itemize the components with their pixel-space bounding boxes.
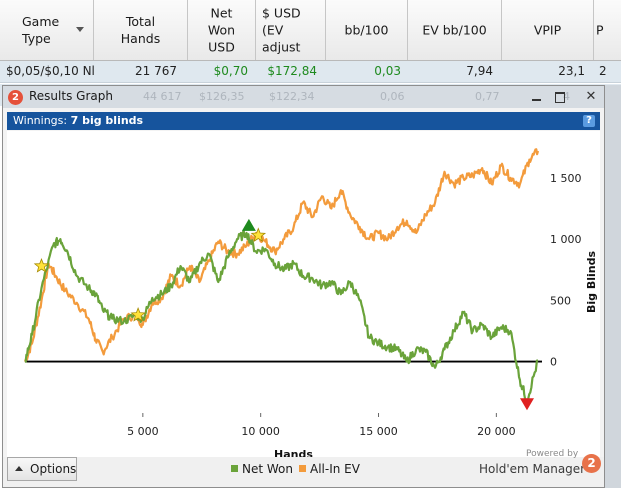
col-header-line: Net — [210, 5, 233, 21]
cell-bb100: 0,03 — [374, 64, 401, 78]
maximize-icon[interactable] — [550, 87, 570, 107]
cell-total-hands: 21 767 — [135, 64, 177, 78]
options-arrow-icon — [15, 466, 23, 471]
close-icon[interactable]: ✕ — [581, 87, 601, 107]
brand-logo-icon: 2 — [582, 454, 601, 473]
options-button[interactable]: Options — [7, 457, 77, 481]
results-graph-window[interactable]: 44 617 $126,35 $122,34 0,06 0,77 4 2 Res… — [2, 85, 605, 488]
net-won-swatch — [231, 465, 238, 472]
col-header-line: USD — [208, 39, 235, 55]
peak-marker-icon — [241, 218, 256, 231]
app-logo-icon: 2 — [8, 90, 23, 105]
y-tick-label: 0 — [550, 356, 557, 369]
col-header-line: Hands — [120, 31, 161, 46]
col-header-usd-ev-adjusted[interactable]: $ USD (EV adjust — [256, 0, 326, 60]
winnings-summary: Winnings: 7 big blinds — [13, 114, 143, 127]
ghost-cell: $126,35 — [199, 90, 245, 103]
cell-vpip: 23,1 — [558, 64, 585, 78]
col-header-line: Won — [207, 22, 236, 38]
cell-net-won: $0,70 — [213, 64, 248, 78]
ghost-cell: 44 617 — [143, 90, 182, 103]
col-header-line: EV bb/100 — [422, 22, 487, 38]
x-tick-label: 15 000 — [359, 425, 398, 438]
background-strip — [605, 85, 621, 488]
col-header-line: adjust — [262, 39, 301, 55]
sort-dropdown-icon[interactable] — [76, 27, 84, 32]
window-title: Results Graph — [29, 89, 113, 103]
winnings-value: 7 big blinds — [70, 114, 144, 127]
col-header-line: Type — [22, 31, 51, 46]
trough-marker-icon — [519, 398, 534, 411]
stats-table-row[interactable]: $0,05/$0,10 Nl 21 767 $0,70 $172,84 0,03… — [0, 61, 621, 83]
x-tick-label: 5 000 — [127, 425, 159, 438]
options-label: Options — [30, 462, 77, 476]
col-header-game-type[interactable]: Game Type — [0, 0, 94, 60]
legend-all-in-ev: All-In EV — [299, 462, 360, 476]
y-axis-title: Big Blinds — [585, 251, 598, 313]
col-header-ev-bb100[interactable]: EV bb/100 — [408, 0, 502, 60]
legend-all-in-ev-label: All-In EV — [310, 462, 360, 476]
cell-usd-ev-adjusted: $172,84 — [267, 64, 317, 78]
x-tick-label: 10 000 — [241, 425, 280, 438]
help-icon[interactable]: ? — [583, 115, 595, 127]
results-chart-area: 5 000 10 000 15 000 20 000 0 500 1 000 1 500 Han… — [7, 131, 600, 461]
net-won-line — [24, 229, 539, 403]
x-tick-label: 20 000 — [477, 425, 516, 438]
cell-game-type: $0,05/$0,10 Nl — [6, 64, 95, 78]
legend-net-won-label: Net Won — [242, 462, 293, 476]
brand-name: Hold'em Manager — [479, 462, 586, 476]
col-header-line: $ USD — [262, 5, 301, 21]
winnings-label: Winnings: — [13, 114, 68, 127]
powered-by-text: Powered by — [526, 449, 579, 459]
col-header-bb100[interactable]: bb/100 — [326, 0, 408, 60]
col-header-vpip[interactable]: VPIP — [502, 0, 594, 60]
ghost-cell: 0,06 — [380, 90, 405, 103]
legend-net-won: Net Won — [231, 462, 293, 476]
stats-table-header: Game Type Total Hands Net Won USD $ USD … — [0, 0, 621, 61]
winnings-info-bar: Winnings: 7 big blinds ? — [7, 112, 600, 130]
col-header-line: P — [596, 22, 604, 38]
col-header-line: (EV — [262, 22, 284, 38]
ghost-cell: $122,34 — [269, 90, 315, 103]
minimize-icon[interactable] — [527, 87, 547, 107]
all-in-ev-line — [23, 148, 540, 362]
all-in-ev-swatch — [299, 465, 306, 472]
cell-next: 2 — [599, 64, 607, 78]
y-tick-label: 1 000 — [550, 233, 582, 246]
col-header-next[interactable]: P — [594, 0, 621, 60]
graph-footer: Options Net Won All-In EV Powered by Hol… — [3, 449, 604, 487]
col-header-line: bb/100 — [344, 22, 389, 38]
col-header-total-hands[interactable]: Total Hands — [94, 0, 188, 60]
results-chart: 5 000 10 000 15 000 20 00005001 0001 500Han… — [23, 148, 598, 461]
col-header-net-won[interactable]: Net Won USD — [188, 0, 256, 60]
cell-ev-bb100: 7,94 — [466, 64, 493, 78]
y-tick-label: 1 500 — [550, 172, 582, 185]
window-title-bar[interactable]: 44 617 $126,35 $122,34 0,06 0,77 4 2 Res… — [3, 86, 604, 108]
col-header-line: Total — [125, 14, 156, 29]
y-tick-label: 500 — [550, 294, 571, 307]
ghost-cell: 0,77 — [475, 90, 500, 103]
col-header-line: VPIP — [533, 22, 562, 38]
